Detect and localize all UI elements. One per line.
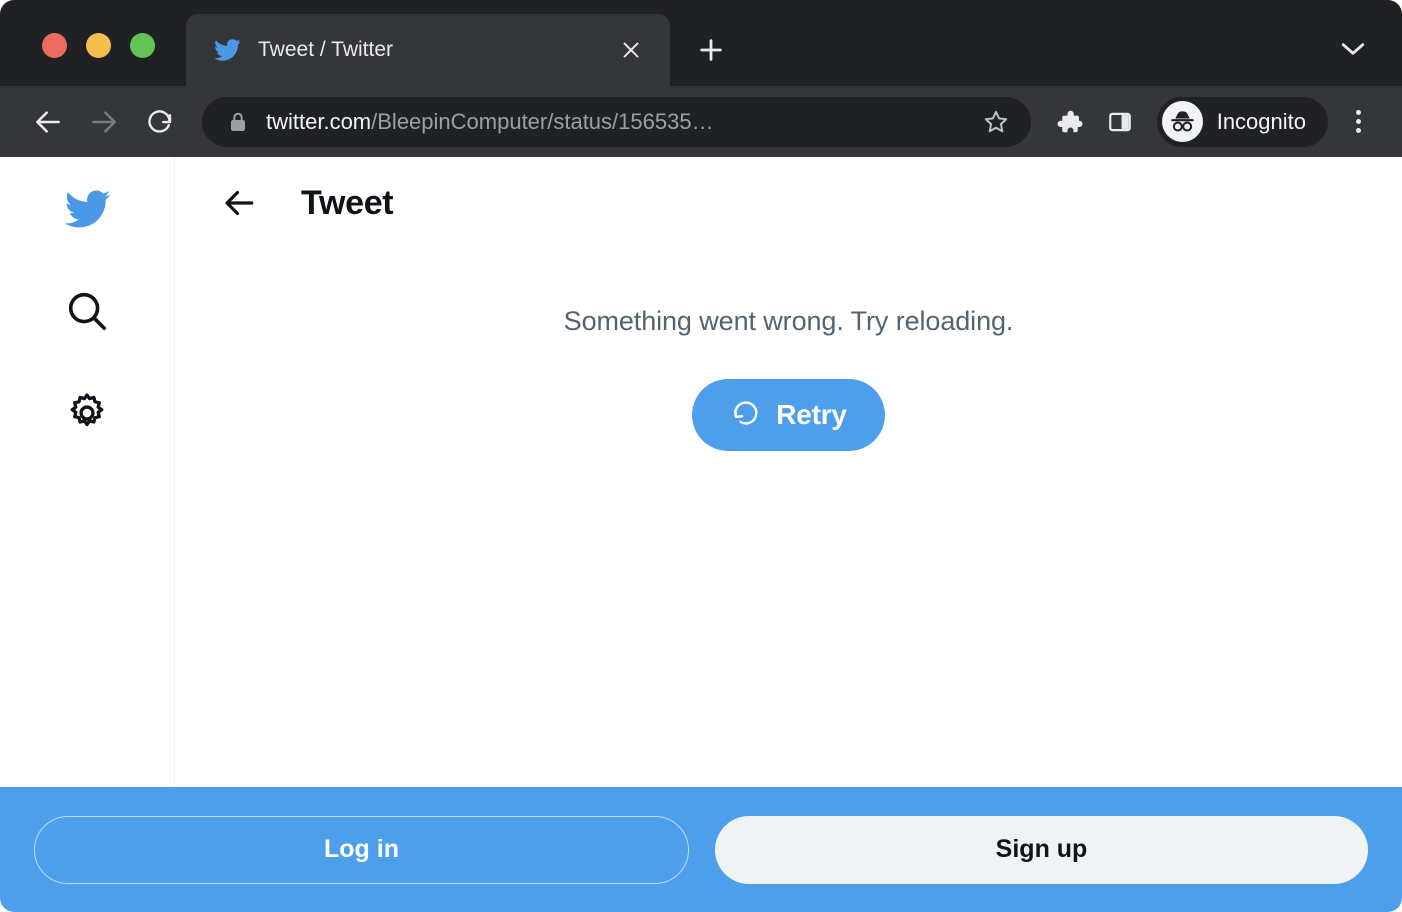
minimize-window-button[interactable] bbox=[86, 33, 111, 58]
chevron-down-icon[interactable] bbox=[1332, 34, 1374, 64]
error-state: Something went wrong. Try reloading. Ret… bbox=[175, 249, 1402, 451]
sign-up-button[interactable]: Sign up bbox=[715, 815, 1368, 884]
error-message: Something went wrong. Try reloading. bbox=[563, 306, 1014, 336]
close-window-button[interactable] bbox=[42, 33, 67, 58]
refresh-circle-icon bbox=[730, 398, 761, 432]
plus-icon[interactable] bbox=[684, 23, 738, 77]
incognito-icon bbox=[1161, 101, 1203, 142]
log-in-button[interactable]: Log in bbox=[34, 815, 689, 884]
url-text: twitter.com/BleepinComputer/status/15653… bbox=[266, 109, 973, 135]
puzzle-piece-icon[interactable] bbox=[1045, 97, 1095, 147]
twitter-bird-icon bbox=[212, 35, 242, 65]
lock-icon bbox=[228, 111, 248, 133]
reload-button[interactable] bbox=[132, 94, 188, 150]
back-button[interactable] bbox=[205, 169, 273, 237]
profile-label: Incognito bbox=[1216, 108, 1306, 134]
maximize-window-button[interactable] bbox=[130, 33, 155, 58]
browser-tab-bar: Tweet / Twitter bbox=[0, 0, 1402, 86]
retry-button[interactable]: Retry bbox=[692, 379, 885, 451]
browser-toolbar: twitter.com/BleepinComputer/status/15653… bbox=[0, 86, 1402, 157]
window-controls bbox=[42, 33, 155, 58]
sidebar-item-settings[interactable] bbox=[49, 375, 125, 451]
three-dot-menu-icon[interactable] bbox=[1334, 98, 1382, 146]
page-content: Tweet Something went wrong. Try reloadin… bbox=[0, 157, 1402, 912]
sidebar-item-home[interactable] bbox=[49, 171, 125, 247]
back-button[interactable] bbox=[20, 94, 76, 150]
browser-tab-title: Tweet / Twitter bbox=[258, 38, 393, 61]
close-icon[interactable] bbox=[614, 33, 648, 67]
twitter-page-header: Tweet bbox=[175, 157, 1402, 249]
url-path: /BleepinComputer/status/156535… bbox=[371, 108, 714, 134]
tab-strip: Tweet / Twitter bbox=[186, 14, 738, 86]
page-title: Tweet bbox=[301, 183, 394, 222]
browser-tab-active[interactable]: Tweet / Twitter bbox=[186, 14, 670, 86]
address-bar[interactable]: twitter.com/BleepinComputer/status/15653… bbox=[202, 96, 1031, 147]
profile-incognito-chip[interactable]: Incognito bbox=[1156, 96, 1328, 147]
url-host: twitter.com bbox=[266, 108, 372, 134]
login-signup-bar: Log in Sign up bbox=[0, 787, 1402, 912]
side-panel-icon[interactable] bbox=[1095, 97, 1145, 147]
retry-label: Retry bbox=[776, 399, 847, 430]
sidebar-item-explore[interactable] bbox=[49, 273, 125, 349]
forward-button bbox=[76, 94, 132, 150]
star-icon[interactable] bbox=[973, 99, 1019, 145]
browser-window: Tweet / Twitter twitter.com/BleepinCompu… bbox=[0, 0, 1402, 912]
